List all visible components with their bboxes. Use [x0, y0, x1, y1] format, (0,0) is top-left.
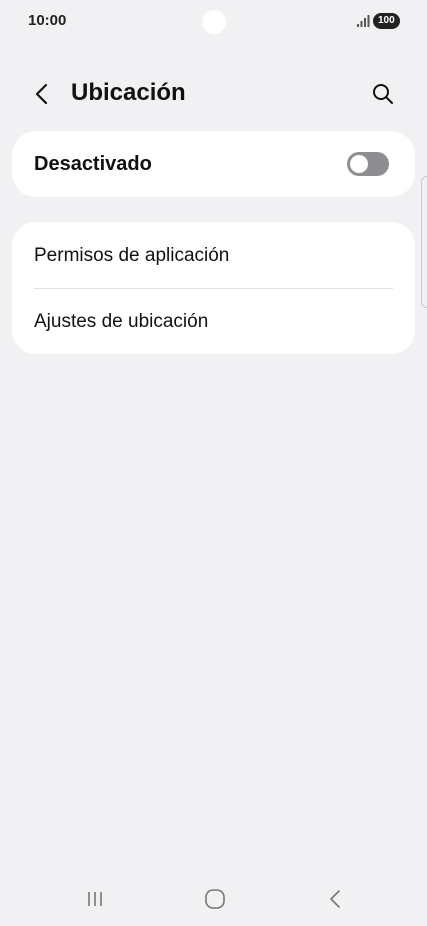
home-icon — [205, 889, 225, 909]
recents-icon — [88, 892, 102, 906]
recents-button[interactable] — [80, 885, 110, 913]
list-item-label: Permisos de aplicación — [34, 245, 230, 266]
back-arrow-icon — [35, 83, 48, 105]
home-button[interactable] — [200, 885, 230, 913]
location-toggle-switch[interactable] — [347, 152, 389, 176]
list-item-app-permissions[interactable]: Permisos de aplicación — [12, 222, 415, 288]
page-title: Ubicación — [71, 79, 186, 106]
search-icon — [373, 84, 393, 104]
nav-back-button[interactable] — [320, 885, 350, 913]
navigation-bar — [0, 870, 427, 926]
app-header: Ubicación — [0, 68, 427, 118]
back-button[interactable] — [26, 78, 58, 110]
search-button[interactable] — [366, 77, 400, 111]
list-item-label: Ajustes de ubicación — [34, 311, 209, 332]
status-time: 10:00 — [28, 12, 67, 29]
camera-cutout — [202, 10, 226, 34]
location-settings-screen: 10:00 100 Ubicación Desactivado Permisos… — [0, 0, 427, 926]
battery-icon: 100 — [373, 13, 400, 29]
toggle-knob — [350, 155, 368, 173]
settings-list-card: Permisos de aplicación Ajustes de ubicac… — [12, 222, 415, 354]
signal-icon — [357, 15, 370, 27]
location-toggle-card[interactable]: Desactivado — [12, 131, 415, 197]
list-item-location-settings[interactable]: Ajustes de ubicación — [12, 288, 415, 354]
edge-panel-handle[interactable] — [421, 176, 427, 308]
location-toggle-label: Desactivado — [34, 153, 152, 175]
nav-back-icon — [330, 890, 340, 908]
status-bar: 10:00 100 — [0, 0, 427, 44]
